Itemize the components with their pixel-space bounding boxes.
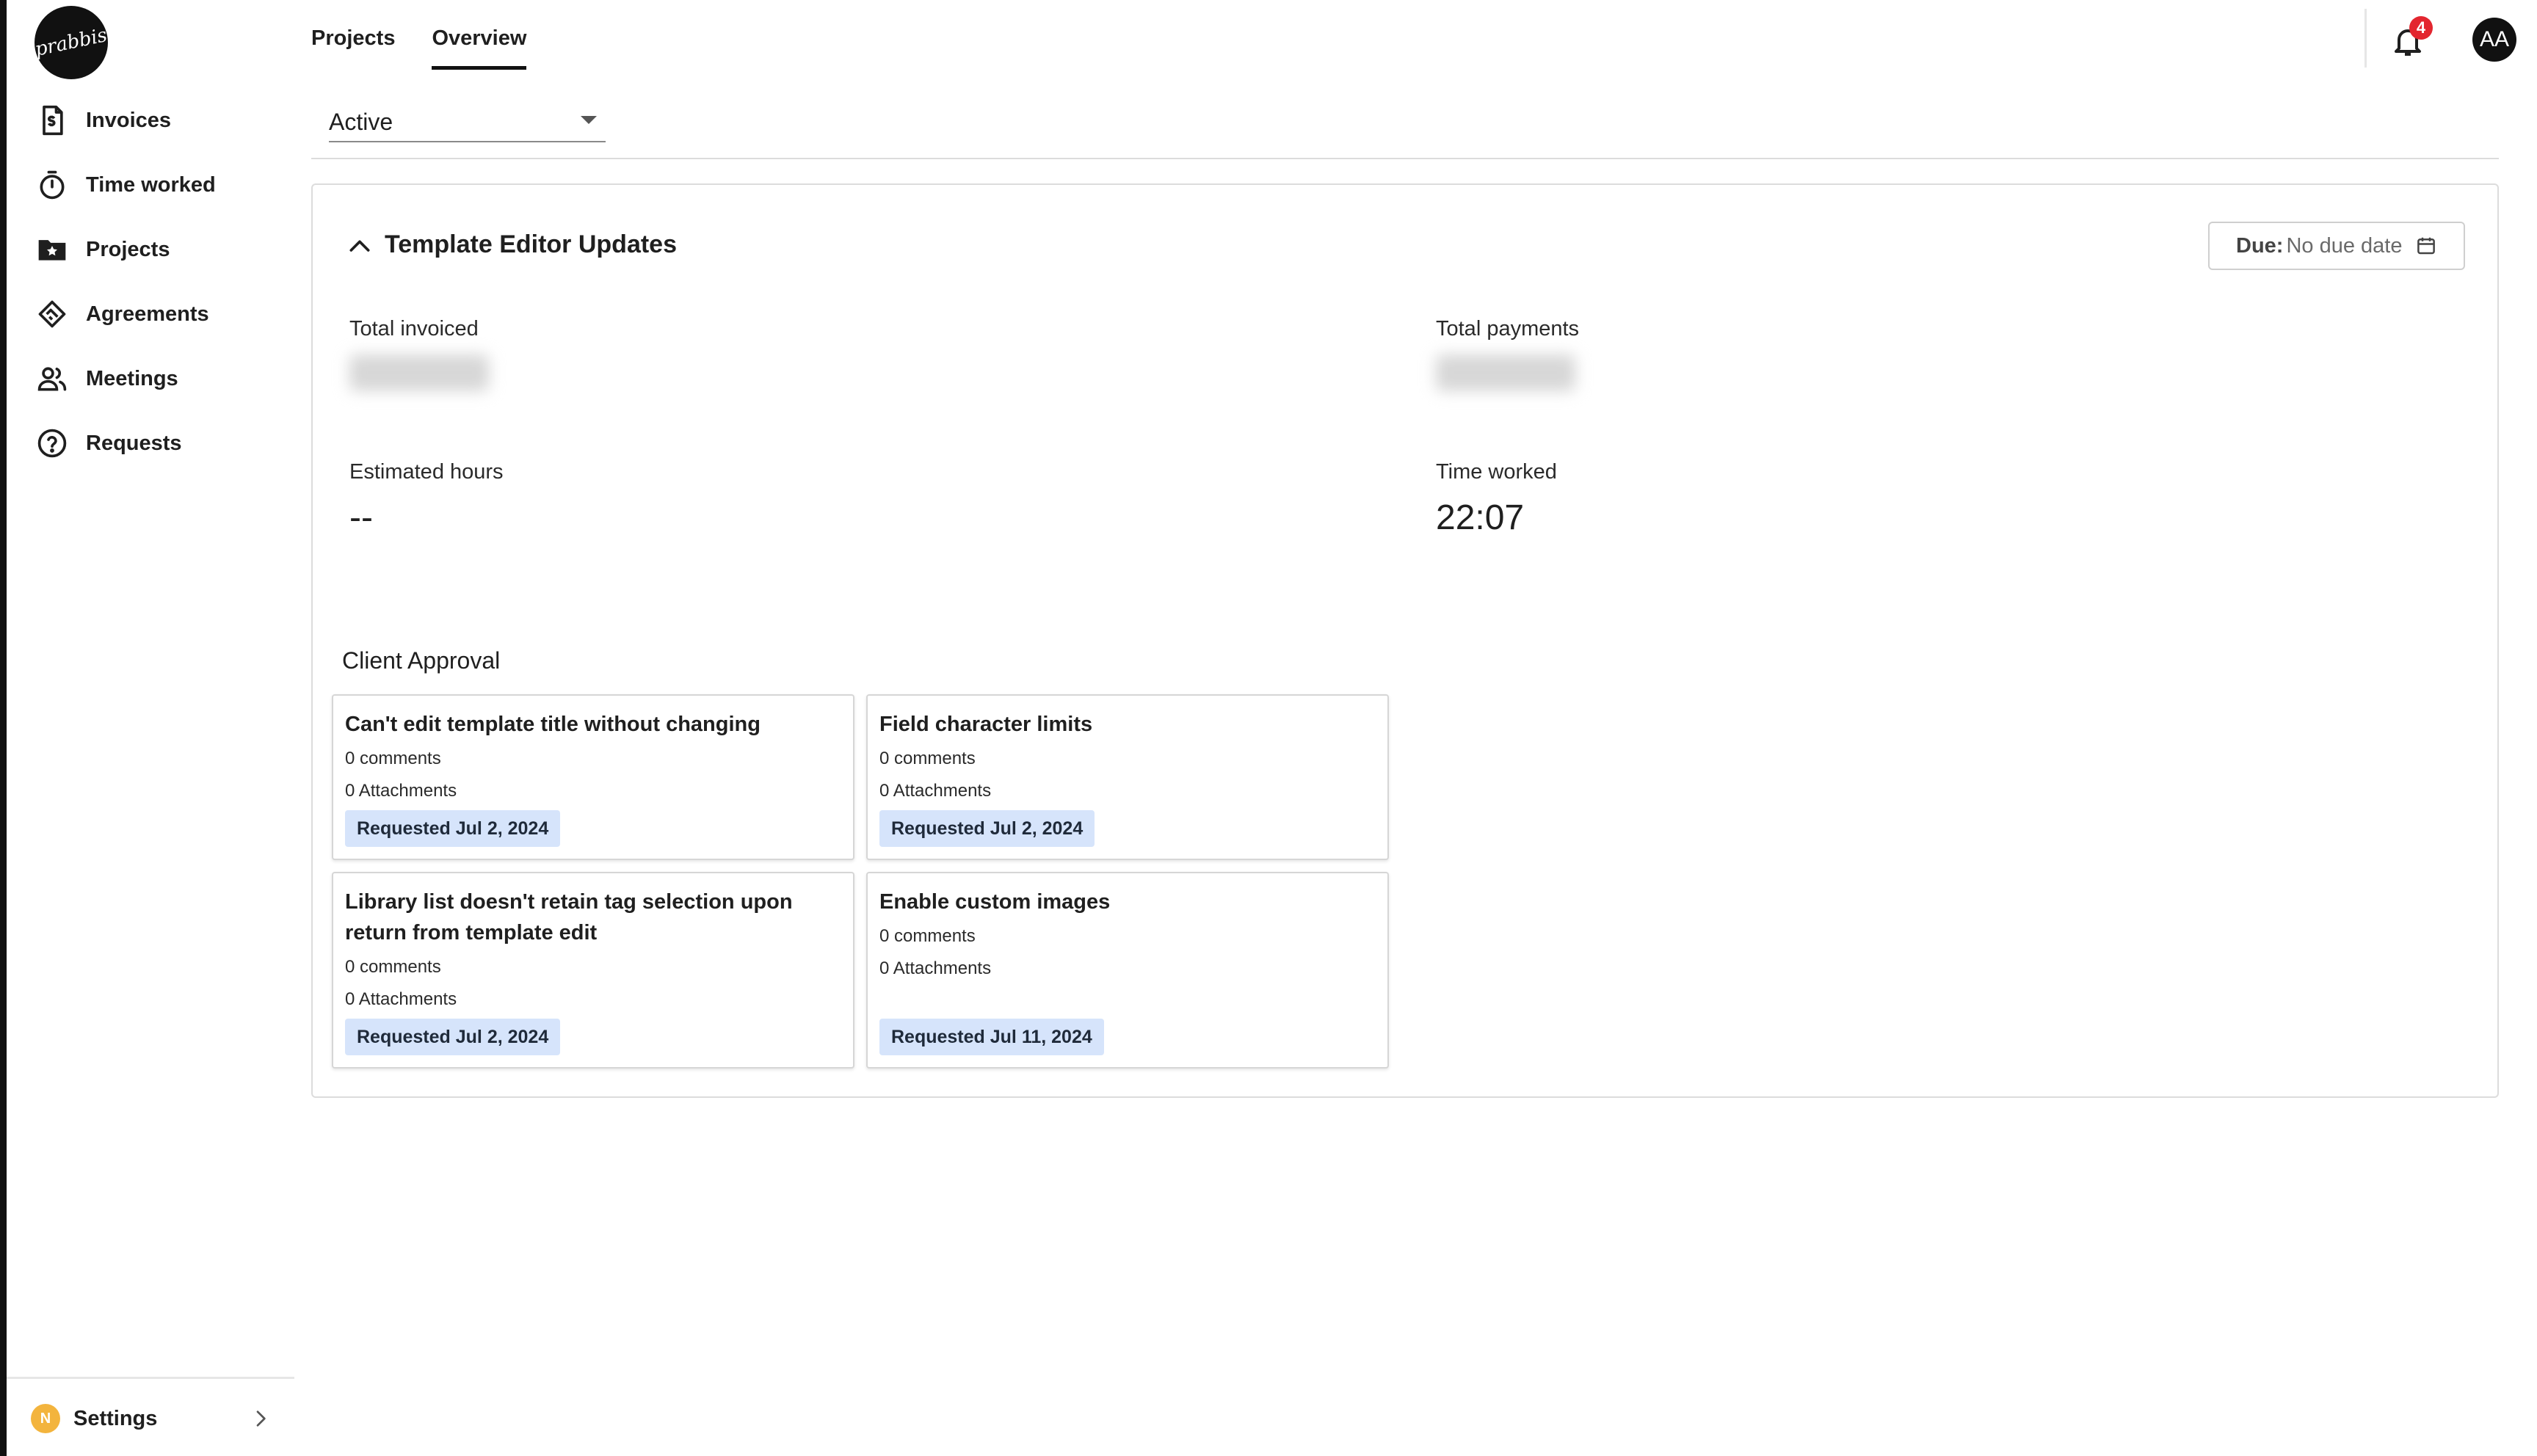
help-circle-icon (37, 429, 67, 458)
stat-estimated-hours: Estimated hours -- (349, 460, 504, 538)
approval-comments: 0 comments (345, 749, 441, 768)
stat-value: 22:07 (1436, 498, 1525, 537)
redacted-value (1436, 354, 1575, 391)
logo-text: prabbis (33, 23, 109, 62)
sidebar-item-meetings[interactable]: Meetings (7, 346, 294, 411)
project-title: Template Editor Updates (385, 230, 677, 258)
tab-projects[interactable]: Projects (311, 21, 395, 70)
sidebar-divider (7, 1377, 294, 1379)
people-icon (37, 367, 67, 391)
app-logo[interactable]: prabbis (33, 6, 109, 79)
sidebar-item-time-worked[interactable]: Time worked (7, 153, 294, 217)
approval-attachments: 0 Attachments (879, 781, 992, 801)
user-avatar[interactable]: AA (2472, 18, 2516, 62)
sidebar-item-label: Agreements (86, 302, 209, 326)
approval-comments: 0 comments (879, 749, 976, 768)
stat-total-payments: Total payments (1436, 317, 1579, 391)
approval-title: Field character limits (879, 713, 1093, 736)
folder-star-icon (38, 240, 66, 261)
due-date-button[interactable]: Due: No due date (2208, 222, 2465, 270)
approval-title: Enable custom images (879, 890, 1111, 914)
sidebar-item-label: Meetings (86, 366, 178, 390)
approval-comments: 0 comments (345, 957, 441, 977)
requested-date-badge: Requested Jul 11, 2024 (879, 1019, 1104, 1055)
approval-card[interactable]: Can't edit template title without changi… (332, 694, 854, 860)
sidebar-item-invoices[interactable]: Invoices (7, 88, 294, 153)
settings-label: Settings (73, 1406, 158, 1430)
stat-total-invoiced: Total invoiced (349, 317, 489, 391)
due-label: Due: (2236, 233, 2284, 258)
stat-label: Estimated hours (349, 460, 504, 484)
window-edge (0, 0, 7, 1456)
stat-time-worked: Time worked 22:07 (1436, 460, 1557, 538)
approval-attachments: 0 Attachments (345, 781, 457, 801)
approval-title: Can't edit template title without changi… (345, 713, 761, 736)
sidebar-item-projects[interactable]: Projects (7, 217, 294, 282)
stat-value: -- (349, 498, 373, 537)
top-tabs: Projects Overview (311, 21, 563, 70)
stat-label: Total payments (1436, 317, 1580, 341)
requested-date-badge: Requested Jul 2, 2024 (345, 1019, 561, 1055)
approval-card[interactable]: Enable custom images 0 comments 0 Attach… (866, 872, 1389, 1069)
due-value: No due date (2286, 233, 2403, 258)
header-divider (2364, 9, 2367, 68)
content-divider (311, 158, 2499, 159)
sidebar-nav: Invoices Time worked Projects Agreements (7, 88, 294, 476)
sidebar-item-label: Time worked (86, 172, 216, 197)
calendar-icon (2417, 237, 2436, 255)
sidebar-item-label: Projects (86, 237, 170, 261)
chevron-up-icon[interactable] (345, 232, 374, 261)
tab-overview[interactable]: Overview (432, 21, 527, 70)
sidebar-item-requests[interactable]: Requests (7, 411, 294, 476)
approval-comments: 0 comments (879, 926, 976, 946)
notification-count: 4 (2409, 16, 2433, 40)
requested-date-badge: Requested Jul 2, 2024 (345, 810, 561, 847)
requested-date-badge: Requested Jul 2, 2024 (879, 810, 1095, 847)
approval-card[interactable]: Library list doesn't retain tag selectio… (332, 872, 854, 1069)
stat-label: Total invoiced (349, 317, 479, 341)
caret-down-icon (581, 116, 597, 124)
status-select[interactable]: Active (329, 103, 606, 142)
chevron-right-icon (256, 1410, 266, 1427)
stat-label: Time worked (1436, 460, 1557, 484)
redacted-value (349, 354, 489, 391)
approval-card[interactable]: Field character limits 0 comments 0 Atta… (866, 694, 1389, 860)
project-panel: Template Editor Updates Due: No due date… (311, 183, 2499, 1098)
sidebar-item-label: Requests (86, 431, 182, 455)
approval-attachments: 0 Attachments (345, 989, 457, 1009)
invoice-icon (43, 105, 63, 136)
approval-attachments: 0 Attachments (879, 958, 992, 978)
sidebar-item-agreements[interactable]: Agreements (7, 282, 294, 346)
sidebar: prabbis Invoices Time worked Projects Ag… (7, 0, 294, 1456)
notifications-button[interactable]: 4 (2386, 16, 2433, 60)
sidebar-item-label: Invoices (86, 108, 172, 132)
handshake-icon (38, 300, 66, 328)
status-select-value: Active (329, 109, 393, 135)
sidebar-item-settings[interactable]: N Settings (7, 1391, 294, 1446)
settings-badge: N (31, 1404, 60, 1433)
approval-title: Library list doesn't retain tag selectio… (345, 890, 793, 944)
timer-icon (40, 170, 65, 200)
client-approval-heading: Client Approval (342, 647, 501, 674)
